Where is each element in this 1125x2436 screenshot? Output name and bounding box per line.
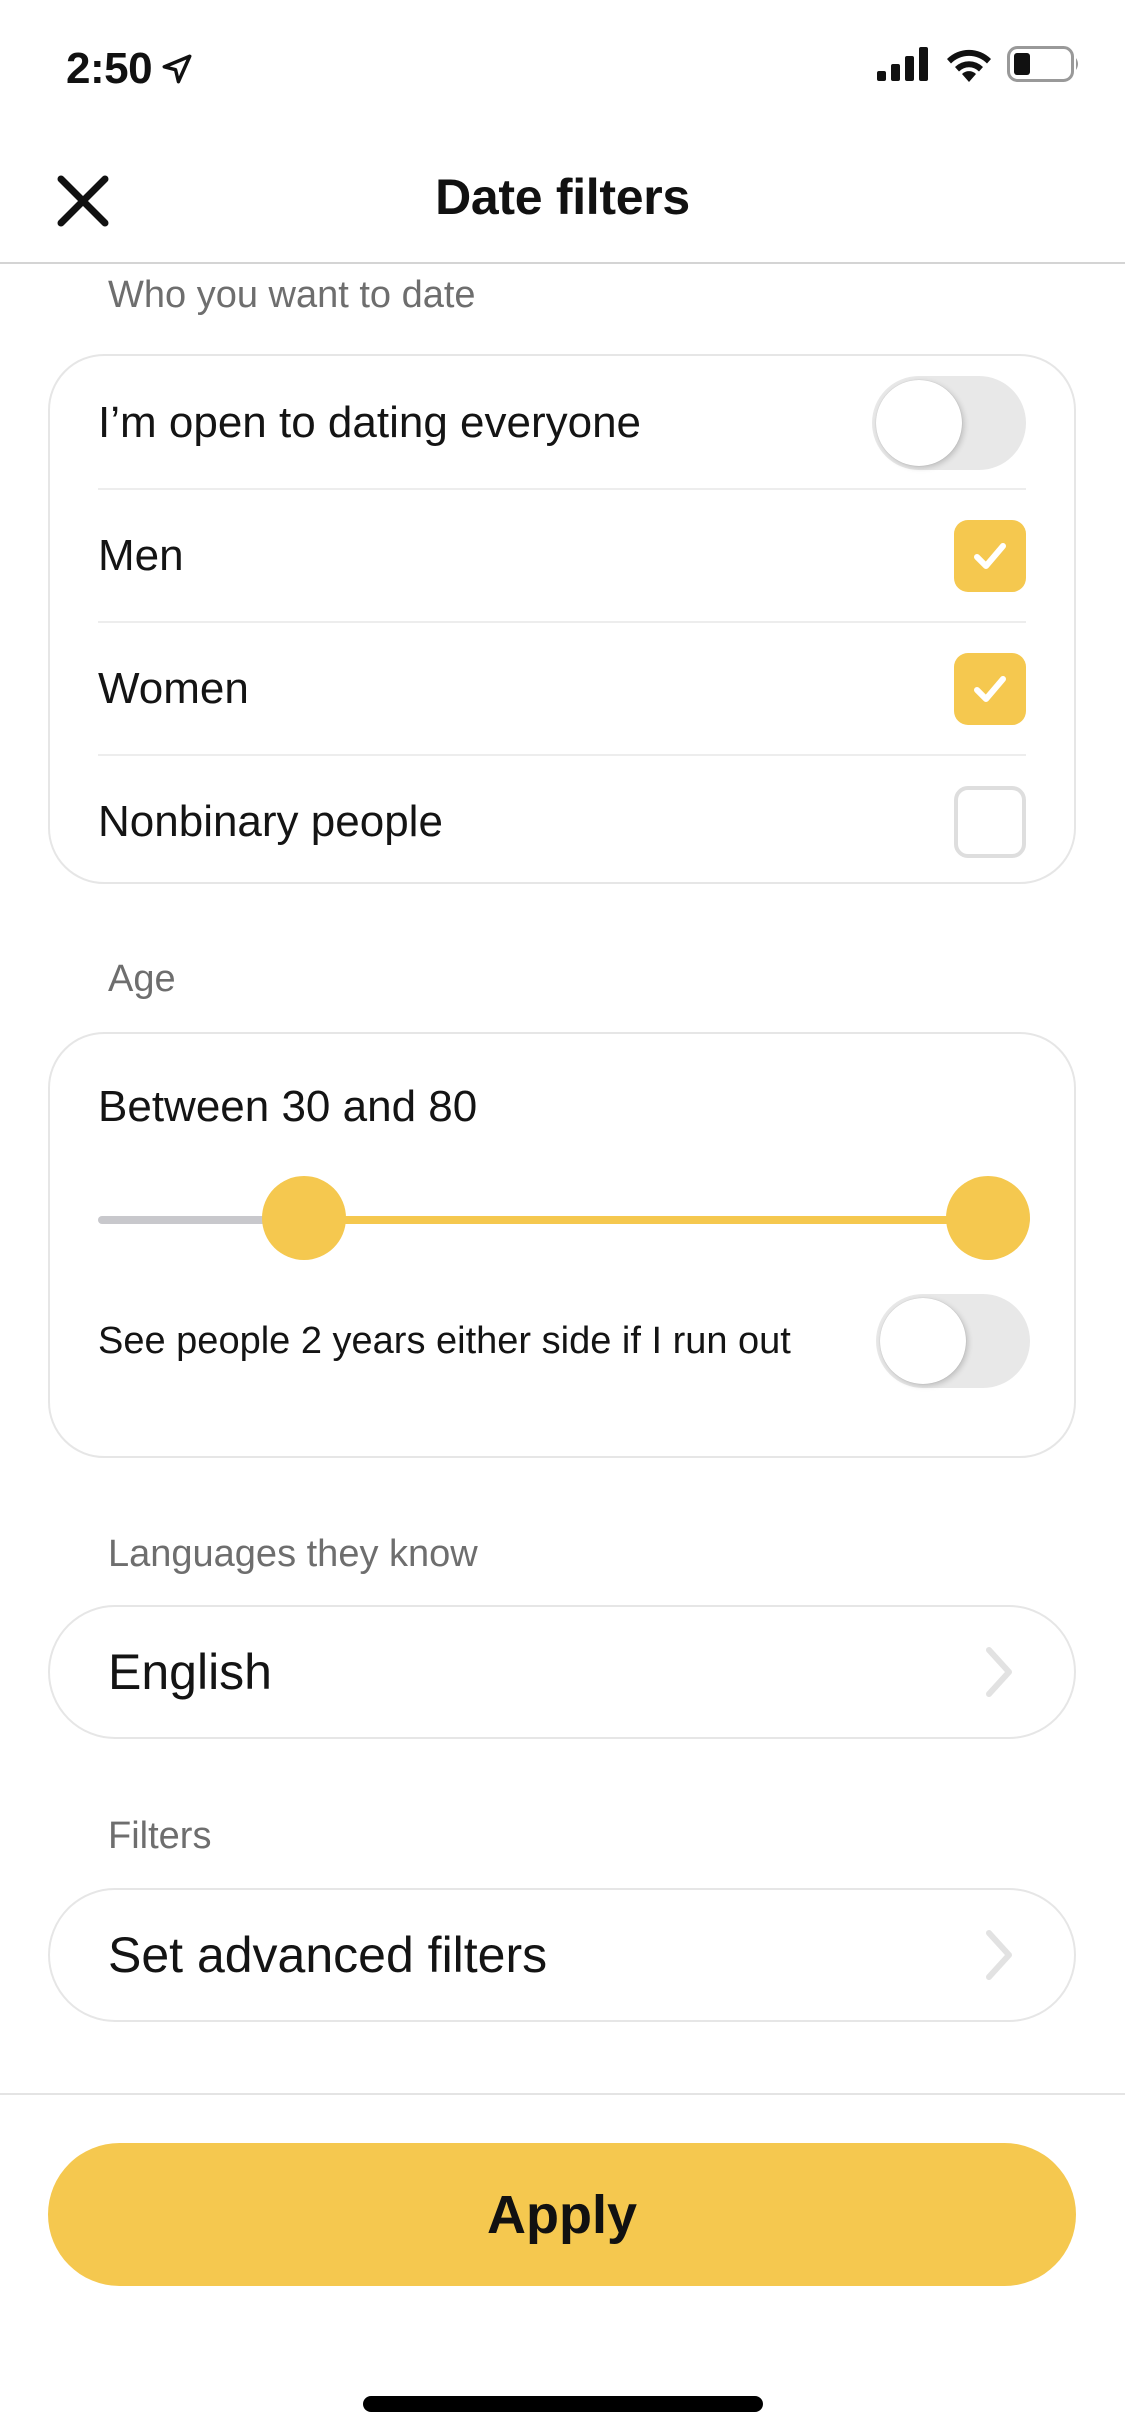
age-card: Between 30 and 80 See people 2 years eit… [48,1032,1076,1458]
battery-icon [1007,46,1078,82]
chevron-right-icon [986,1930,1012,1980]
option-row-nonbinary[interactable]: Nonbinary people [98,755,1026,888]
wifi-icon [947,49,991,82]
home-indicator[interactable] [363,2396,763,2412]
advanced-filters-button[interactable]: Set advanced filters [48,1888,1076,2022]
apply-button[interactable]: Apply [48,2143,1076,2286]
checkmark-icon [974,542,1006,569]
status-icons [877,46,1081,82]
languages-value: English [108,1644,272,1700]
page-title: Date filters [435,169,690,225]
option-label-nonbinary: Nonbinary people [98,796,443,846]
slider-thumb-max[interactable] [946,1176,1030,1260]
open-to-everyone-toggle[interactable] [872,375,1026,470]
languages-selector[interactable]: English [48,1605,1076,1739]
men-checkbox[interactable] [954,519,1026,592]
status-bar: 2:50 [0,0,1125,130]
slider-fill [304,1216,988,1224]
expand-age-toggle[interactable] [876,1294,1030,1388]
cellular-signal-icon [877,47,928,81]
option-row-men[interactable]: Men [98,489,1026,622]
open-to-everyone-row: I’m open to dating everyone [98,356,1026,489]
section-label-filters: Filters [108,1815,212,1857]
expand-age-label: See people 2 years either side if I run … [98,1320,791,1362]
status-time: 2:50 [66,44,194,94]
header: Date filters [0,130,1125,264]
section-label-languages: Languages they know [108,1533,478,1575]
age-range-summary: Between 30 and 80 [98,1082,478,1131]
age-range-slider[interactable] [98,1176,1030,1262]
toggle-knob [880,1298,966,1384]
option-label-women: Women [98,663,249,713]
option-row-women[interactable]: Women [98,622,1026,755]
chevron-right-icon [986,1647,1012,1697]
section-label-age: Age [108,958,176,1000]
section-label-who: Who you want to date [108,274,476,316]
toggle-knob [876,379,962,466]
checkmark-icon [974,675,1006,702]
slider-thumb-min[interactable] [262,1176,347,1260]
option-label-men: Men [98,530,184,580]
advanced-filters-label: Set advanced filters [108,1927,548,1983]
who-card: I’m open to dating everyone Men Women No… [48,354,1076,884]
expand-age-row: See people 2 years either side if I run … [98,1294,1030,1388]
status-time-text: 2:50 [66,44,153,93]
open-to-everyone-label: I’m open to dating everyone [98,397,642,447]
location-arrow-icon [162,54,192,84]
footer-divider [0,2093,1125,2095]
women-checkbox[interactable] [954,652,1026,725]
nonbinary-checkbox[interactable] [954,785,1026,858]
